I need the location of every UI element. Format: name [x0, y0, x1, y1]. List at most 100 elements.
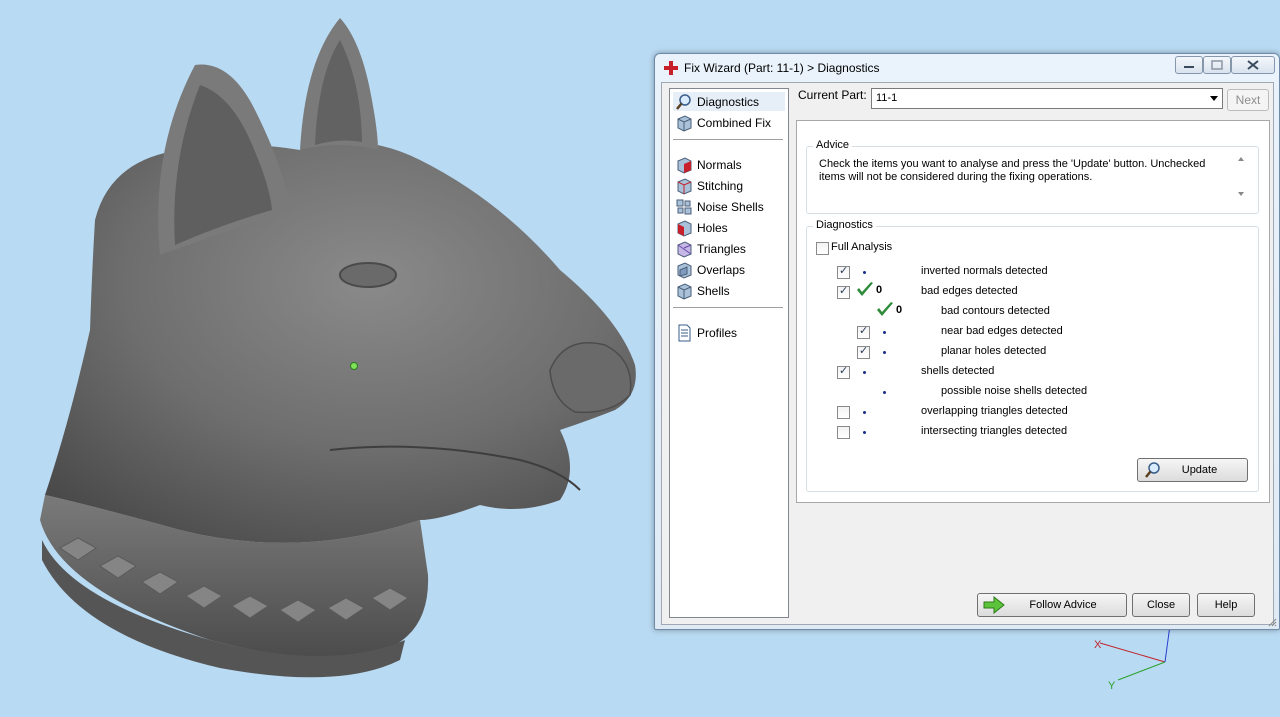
diagnostic-label: shells detected	[921, 365, 995, 377]
triangles-cube-icon	[677, 241, 692, 258]
maximize-button[interactable]	[1203, 56, 1231, 74]
close-button[interactable]: Close	[1132, 593, 1190, 617]
sidebar-item-label: Stitching	[697, 179, 744, 193]
sidebar-item-triangles[interactable]: Triangles	[673, 239, 785, 258]
axis-y-label: Y	[1108, 680, 1116, 692]
advice-text: Check the items you want to analyse and …	[819, 158, 1206, 183]
dialog-title: Fix Wizard (Part: 11-1) > Diagnostics	[684, 61, 880, 75]
diagnostic-label: bad contours detected	[941, 305, 1050, 317]
minimize-button[interactable]	[1175, 56, 1203, 74]
maximize-icon	[1211, 60, 1223, 70]
next-button[interactable]: Next	[1227, 89, 1269, 111]
document-icon	[678, 324, 691, 342]
status-dot-icon	[863, 431, 866, 434]
sidebar-item-label: Profiles	[697, 326, 738, 340]
diagnostic-label: near bad edges detected	[941, 325, 1063, 337]
sidebar-item-label: Triangles	[697, 242, 746, 256]
follow-advice-label: Follow Advice	[1029, 599, 1097, 611]
diagnostic-checkbox[interactable]	[837, 364, 850, 379]
help-button[interactable]: Help	[1197, 593, 1255, 617]
advice-title: Advice	[813, 139, 853, 151]
stitching-cube-icon	[677, 178, 692, 195]
diagnostic-label: planar holes detected	[941, 345, 1047, 357]
dialog-client-area: Diagnostics Combined Fix Normals Stitchi…	[661, 82, 1274, 625]
sidebar-divider	[673, 139, 783, 140]
current-part-label: Current Part:	[798, 88, 867, 102]
diagnostic-label: possible noise shells detected	[941, 385, 1088, 397]
status-dot-icon	[883, 391, 886, 394]
green-arrow-icon	[983, 596, 1005, 614]
diagnostic-label: intersecting triangles detected	[921, 425, 1068, 437]
wizard-sidebar: Diagnostics Combined Fix Normals Stitchi…	[669, 88, 789, 618]
model-eye	[339, 262, 397, 288]
noise-shells-icon	[676, 199, 692, 215]
current-part-value: 11-1	[876, 92, 898, 104]
sidebar-item-label: Shells	[697, 284, 730, 298]
window-close-button[interactable]	[1231, 56, 1275, 74]
overlaps-cube-icon	[677, 262, 692, 279]
fix-wizard-dialog: Fix Wizard (Part: 11-1) > Diagnostics Di…	[654, 53, 1280, 630]
sidebar-item-stitching[interactable]: Stitching	[673, 176, 785, 195]
bull-terrier-model	[40, 18, 636, 678]
scroll-up-icon[interactable]	[1238, 157, 1244, 161]
axis-x-label: X	[1094, 639, 1102, 651]
green-checkmark-icon	[877, 302, 893, 316]
sidebar-item-noise-shells[interactable]: Noise Shells	[673, 197, 785, 216]
diagnostic-label: inverted normals detected	[921, 265, 1048, 277]
status-dot-icon	[883, 331, 886, 334]
minimize-icon	[1184, 66, 1194, 68]
status-dot-icon	[883, 351, 886, 354]
sidebar-item-label: Diagnostics	[697, 95, 760, 109]
magnifier-icon	[676, 94, 691, 110]
normals-cube-icon	[677, 157, 692, 174]
follow-advice-button[interactable]: Follow Advice	[977, 593, 1127, 617]
close-icon	[1247, 60, 1259, 70]
sidebar-item-label: Noise Shells	[697, 200, 764, 214]
diagnostic-label: overlapping triangles detected	[921, 405, 1068, 417]
sidebar-item-normals[interactable]: Normals	[673, 155, 785, 174]
update-label: Update	[1181, 464, 1218, 476]
shells-cube-icon	[677, 283, 692, 300]
issue-count: 0	[876, 284, 883, 296]
advice-group: Advice Check the items you want to analy…	[806, 139, 1259, 214]
diagnostic-checkbox[interactable]	[837, 426, 850, 439]
sidebar-item-label: Overlaps	[697, 263, 746, 277]
model-head	[45, 142, 636, 543]
diagnostic-checkbox[interactable]	[857, 324, 870, 339]
holes-cube-icon	[677, 220, 692, 237]
sidebar-item-label: Combined Fix	[697, 116, 772, 130]
diagnostic-label: bad edges detected	[921, 285, 1018, 297]
diagnostic-checkbox[interactable]	[857, 344, 870, 359]
sidebar-item-shells[interactable]: Shells	[673, 281, 785, 300]
full-analysis-label: Full Analysis	[831, 241, 893, 253]
diagnostics-panel: Advice Check the items you want to analy…	[796, 120, 1270, 503]
chevron-down-icon	[1210, 96, 1218, 101]
diagnostic-checkbox[interactable]	[837, 264, 850, 279]
sidebar-item-overlaps[interactable]: Overlaps	[673, 260, 785, 279]
sidebar-item-diagnostics[interactable]: Diagnostics	[673, 92, 785, 111]
diagnostic-checkbox[interactable]	[837, 284, 850, 299]
title-bar[interactable]: Fix Wizard (Part: 11-1) > Diagnostics	[655, 54, 1279, 82]
sidebar-item-label: Normals	[697, 158, 742, 172]
update-button[interactable]: Update	[1137, 458, 1248, 482]
diagnostics-group: Diagnostics Full Analysis inverted norma…	[806, 219, 1259, 492]
diagnostics-title: Diagnostics	[813, 219, 876, 231]
green-checkmark-icon	[857, 282, 873, 296]
sidebar-item-profiles[interactable]: Profiles	[673, 323, 785, 342]
full-analysis-checkbox[interactable]	[816, 242, 829, 255]
sidebar-item-holes[interactable]: Holes	[673, 218, 785, 237]
status-dot-icon	[863, 371, 866, 374]
diagnostic-checkbox[interactable]	[837, 406, 850, 419]
pick-point-marker	[350, 362, 358, 370]
status-dot-icon	[863, 411, 866, 414]
current-part-select[interactable]: 11-1	[871, 88, 1223, 109]
resize-grip-icon[interactable]	[1267, 617, 1277, 627]
status-dot-icon	[863, 271, 866, 274]
sidebar-item-combined-fix[interactable]: Combined Fix	[673, 113, 785, 132]
red-cross-icon	[664, 61, 678, 75]
cube-icon	[677, 115, 692, 132]
sidebar-divider	[673, 307, 783, 308]
advice-scrollbar[interactable]	[1235, 154, 1248, 200]
axis-triad: X Y	[1094, 624, 1171, 692]
scroll-down-icon[interactable]	[1238, 192, 1244, 196]
